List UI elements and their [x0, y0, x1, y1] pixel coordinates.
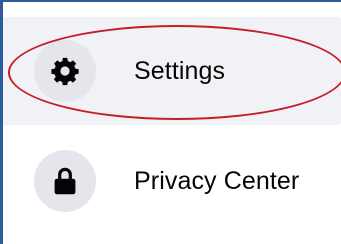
lock-icon	[54, 167, 76, 195]
menu-item-label: Privacy Center	[134, 167, 300, 195]
privacy-center-icon-circle	[34, 150, 96, 212]
settings-icon-circle	[34, 40, 96, 102]
menu-item-settings[interactable]: Settings	[3, 17, 341, 125]
menu-panel: Settings Privacy Center	[0, 0, 341, 244]
gear-icon	[51, 57, 79, 86]
menu-item-label: Settings	[134, 57, 226, 85]
menu-item-privacy-center[interactable]: Privacy Center	[3, 128, 341, 234]
